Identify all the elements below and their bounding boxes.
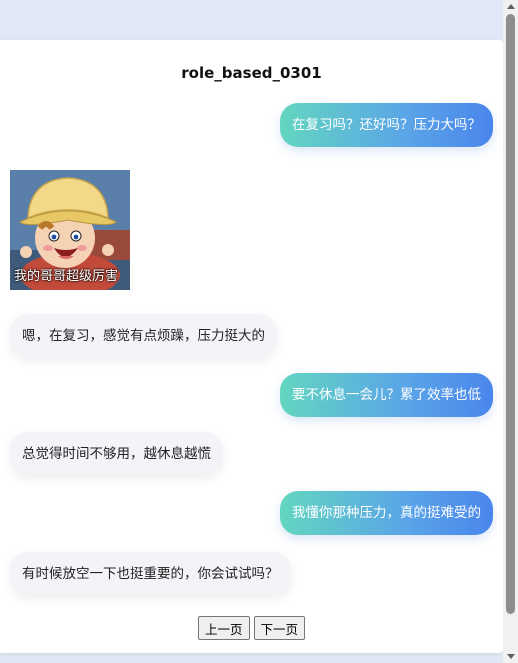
sticker-image[interactable]: 我的哥哥超级厉害 [10, 170, 130, 290]
message-bubble-incoming: 嗯，在复习，感觉有点烦躁，压力挺大的 [10, 314, 277, 358]
chat-panel: role_based_0301 在复习吗？还好吗？压力大吗？ 我的哥哥超级厉害 … [0, 40, 503, 653]
scroll-thumb[interactable] [506, 14, 515, 614]
message-bubble-incoming: 有时候放空一下也挺重要的，你会试试吗？ [10, 552, 291, 596]
scroll-down-icon[interactable] [507, 654, 515, 659]
message-bubble-outgoing: 在复习吗？还好吗？压力大吗？ [280, 103, 493, 147]
next-page-button[interactable]: 下一页 [253, 616, 306, 640]
chat-window: role_based_0301 在复习吗？还好吗？压力大吗？ 我的哥哥超级厉害 … [0, 0, 518, 663]
message-bubble-outgoing: 我懂你那种压力，真的挺难受的 [280, 491, 493, 535]
vertical-scrollbar[interactable] [503, 0, 518, 663]
prev-page-button[interactable]: 上一页 [197, 616, 250, 640]
message-bubble-outgoing: 要不休息一会儿？累了效率也低 [280, 373, 493, 417]
message-bubble-incoming: 总觉得时间不够用，越休息越慌 [10, 432, 223, 476]
sticker-caption: 我的哥哥超级厉害 [14, 269, 119, 284]
scroll-up-icon[interactable] [507, 4, 515, 9]
page-title: role_based_0301 [181, 64, 322, 82]
pagination: 上一页 下一页 [0, 616, 503, 640]
